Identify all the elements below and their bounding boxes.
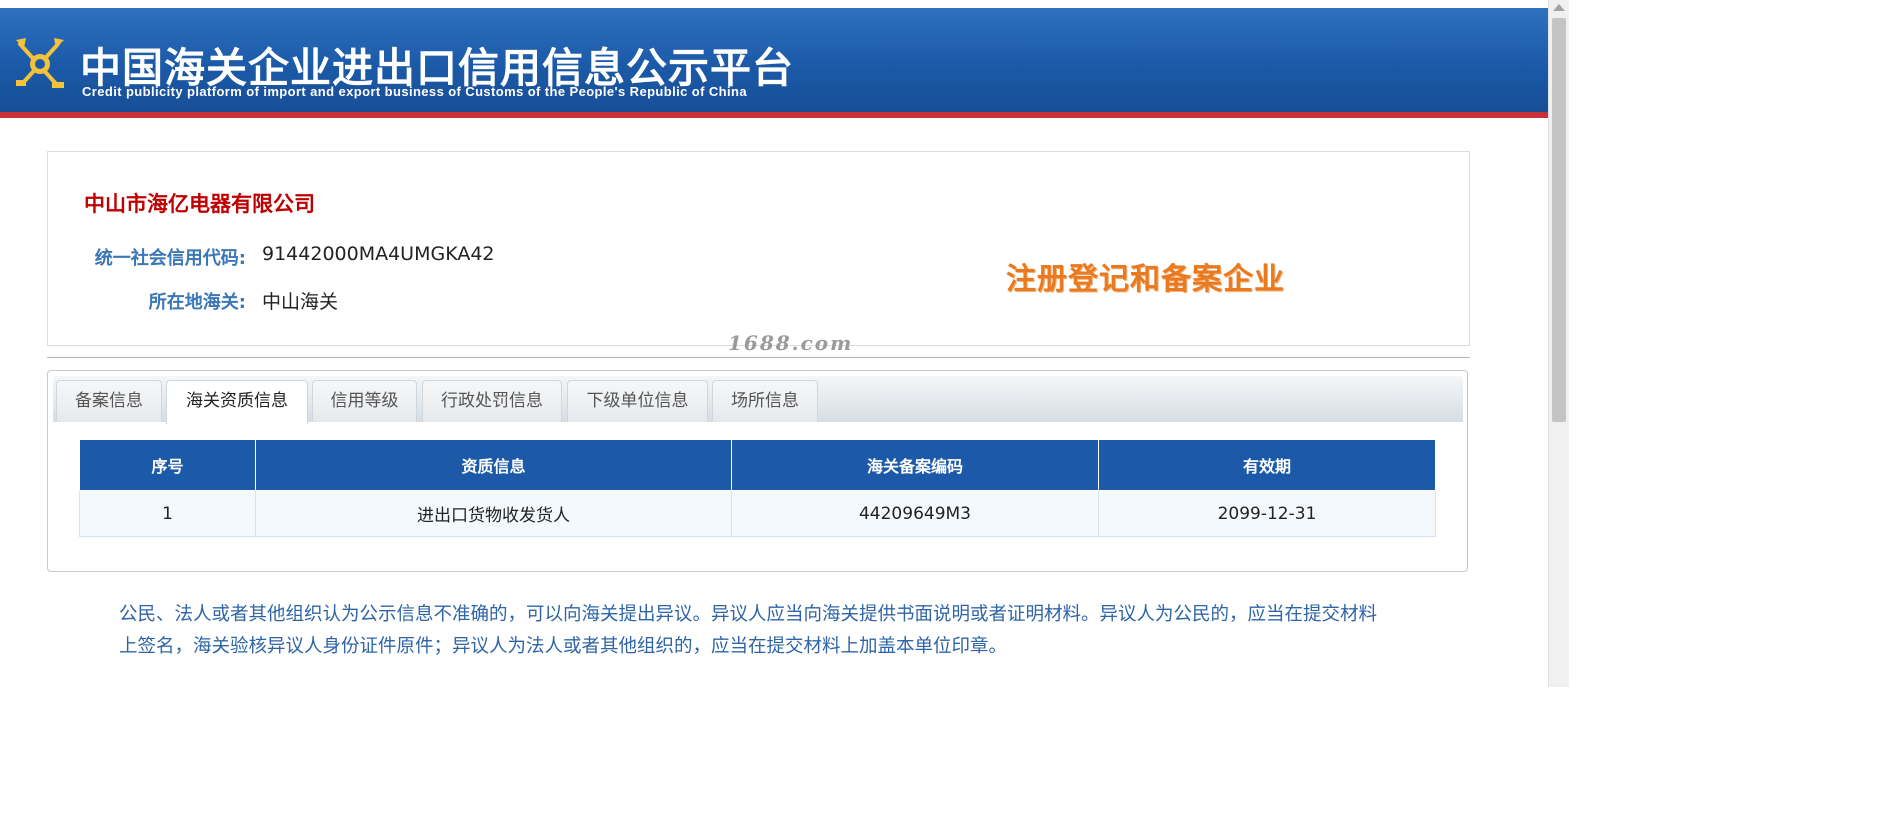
customs-label: 所在地海关: — [148, 292, 246, 313]
table-header-row: 序号 资质信息 海关备案编码 有效期 — [79, 439, 1436, 491]
cell-index: 1 — [79, 490, 256, 537]
section-divider — [47, 357, 1470, 358]
cell-validity: 2099-12-31 — [1098, 490, 1436, 537]
credit-code-value: 91442000MA4UMGKA42 — [262, 243, 495, 265]
vertical-scrollbar[interactable] — [1548, 0, 1569, 687]
tab-administrative-penalty[interactable]: 行政处罚信息 — [422, 380, 562, 422]
customs-value: 中山海关 — [262, 291, 339, 313]
tab-filing-info[interactable]: 备案信息 — [56, 380, 162, 422]
tab-subordinate-units[interactable]: 下级单位信息 — [567, 380, 708, 422]
cell-qualification: 进出口货物收发货人 — [255, 490, 732, 537]
column-header-filing-code: 海关备案编码 — [731, 439, 1099, 491]
site-header: 中国海关企业进出口信用信息公示平台 Credit publicity platf… — [0, 8, 1548, 112]
table-row: 1 进出口货物收发货人 44209649M3 2099-12-31 — [79, 490, 1436, 537]
tab-customs-qualification[interactable]: 海关资质信息 — [166, 380, 308, 424]
company-info-card: 中山市海亿电器有限公司 统一社会信用代码: 91442000MA4UMGKA42… — [47, 151, 1470, 346]
qualification-table: 序号 资质信息 海关备案编码 有效期 1 进出口货物收发货人 44209649M… — [79, 439, 1436, 537]
credit-code-label: 统一社会信用代码: — [94, 248, 246, 269]
tab-bar: 备案信息 海关资质信息 信用等级 行政处罚信息 下级单位信息 场所信息 — [53, 376, 1463, 424]
cell-filing-code: 44209649M3 — [731, 490, 1099, 537]
site-subtitle: Credit publicity platform of import and … — [82, 84, 747, 99]
header-accent-line — [0, 112, 1548, 118]
scrollbar-thumb[interactable] — [1552, 18, 1566, 422]
watermark: 1688.com — [728, 331, 854, 355]
registration-status-stamp: 注册登记和备案企业 — [1006, 262, 1285, 297]
company-name: 中山市海亿电器有限公司 — [84, 192, 315, 216]
customs-emblem-icon — [12, 32, 68, 96]
column-header-validity: 有效期 — [1098, 439, 1436, 491]
tab-credit-rating[interactable]: 信用等级 — [312, 380, 417, 422]
scroll-up-arrow-icon[interactable] — [1553, 4, 1565, 11]
column-header-index: 序号 — [79, 439, 256, 491]
column-header-qualification: 资质信息 — [255, 439, 732, 491]
tab-premises-info[interactable]: 场所信息 — [712, 380, 818, 422]
objection-notice: 公民、法人或者其他组织认为公示信息不准确的，可以向海关提出异议。异议人应当向海关… — [119, 604, 1378, 657]
